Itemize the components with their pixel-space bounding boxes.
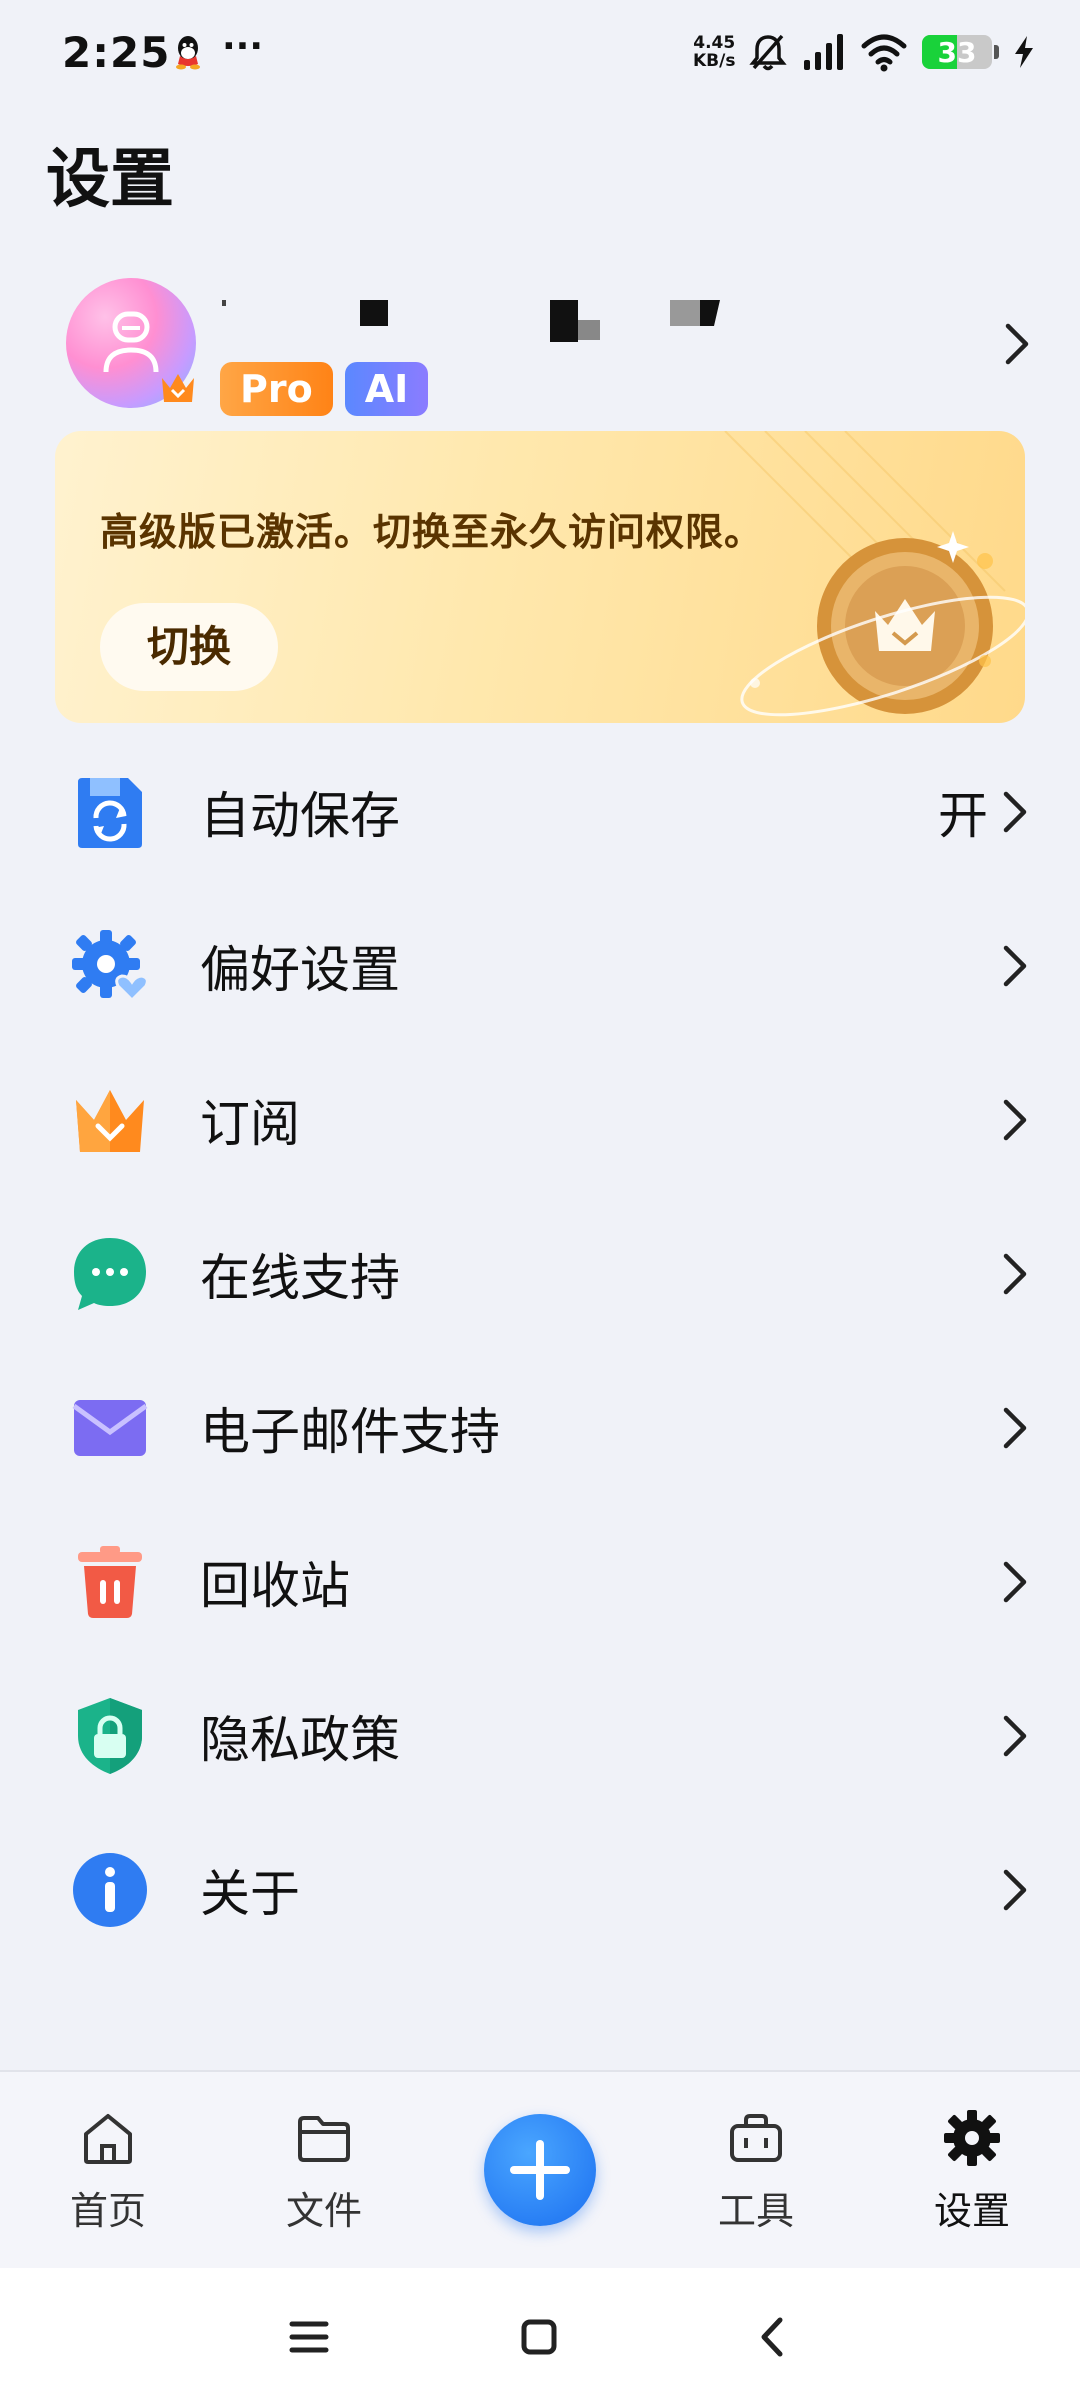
nav-files-label: 文件 bbox=[285, 2189, 362, 2233]
settings-item-preferences[interactable]: 偏好设置 bbox=[0, 889, 1080, 1043]
bell-muted-icon bbox=[749, 34, 787, 71]
nav-tools[interactable]: 工具 bbox=[686, 2108, 826, 2235]
chevron-right-icon bbox=[1003, 945, 1027, 987]
charging-bolt-icon bbox=[1015, 36, 1033, 68]
settings-item-label: 回收站 bbox=[200, 1557, 350, 1615]
toolbox-icon bbox=[730, 2114, 782, 2162]
system-navigation-bar bbox=[0, 2268, 1080, 2400]
home-icon bbox=[84, 2114, 132, 2164]
auto-save-value: 开 bbox=[938, 787, 988, 845]
nav-home[interactable]: 首页 bbox=[38, 2108, 178, 2235]
settings-item-label: 偏好设置 bbox=[200, 941, 400, 999]
chevron-right-icon bbox=[1003, 1561, 1027, 1603]
floppy-sync-icon bbox=[78, 778, 142, 848]
shield-lock-icon bbox=[78, 1698, 142, 1774]
settings-item-auto-save[interactable]: 自动保存 开 bbox=[0, 735, 1080, 889]
network-speed: 4.45 KB/s bbox=[693, 33, 736, 71]
switch-button[interactable]: 切换 bbox=[100, 603, 278, 691]
settings-item-about[interactable]: 关于 bbox=[0, 1813, 1080, 1967]
settings-item-subscription[interactable]: 订阅 bbox=[0, 1043, 1080, 1197]
page-title: 设置 bbox=[46, 143, 174, 217]
vip-crown-badge-icon bbox=[162, 374, 194, 402]
gear-heart-icon bbox=[72, 930, 149, 1003]
settings-item-recycle-bin[interactable]: 回收站 bbox=[0, 1505, 1080, 1659]
settings-list: 自动保存 开 偏好设置 订阅 在线支持 电子邮件支持 回收站 隐私政策 关于 bbox=[0, 735, 1080, 1967]
chevron-right-icon bbox=[1003, 1869, 1027, 1911]
wifi-icon bbox=[861, 34, 907, 72]
crown-icon bbox=[76, 1090, 144, 1152]
profile-card[interactable]: Pro AI bbox=[40, 270, 1040, 420]
settings-item-label: 自动保存 bbox=[200, 787, 400, 845]
user-icon bbox=[103, 311, 159, 373]
settings-item-email-support[interactable]: 电子邮件支持 bbox=[0, 1351, 1080, 1505]
envelope-icon bbox=[72, 1400, 148, 1456]
username-redacted bbox=[222, 300, 720, 342]
chevron-right-icon bbox=[1003, 1407, 1027, 1449]
trash-icon bbox=[78, 1546, 142, 1618]
premium-banner: 高级版已激活。切换至永久访问权限。 切换 bbox=[55, 431, 1025, 723]
status-time: 2:25 bbox=[62, 28, 171, 77]
more-notifications-icon: ··· bbox=[222, 26, 264, 67]
menu-icon[interactable] bbox=[284, 2312, 334, 2362]
battery-cap bbox=[994, 45, 999, 59]
gear-icon bbox=[944, 2110, 1000, 2166]
home-square-icon[interactable] bbox=[514, 2312, 564, 2362]
bottom-navigation: 首页 文件 工具 设置 bbox=[0, 2070, 1080, 2268]
nav-settings[interactable]: 设置 bbox=[902, 2108, 1042, 2235]
nav-files[interactable]: 文件 bbox=[254, 2108, 394, 2235]
banner-text: 高级版已激活。切换至永久访问权限。 bbox=[100, 510, 764, 554]
qq-notification-icon bbox=[176, 36, 200, 70]
nav-settings-label: 设置 bbox=[933, 2189, 1010, 2233]
settings-item-privacy-policy[interactable]: 隐私政策 bbox=[0, 1659, 1080, 1813]
chevron-right-icon bbox=[1003, 1715, 1027, 1757]
chevron-right-icon bbox=[1003, 1253, 1027, 1295]
gold-crown-coin-icon bbox=[724, 431, 1025, 717]
battery-indicator: 33 bbox=[922, 35, 992, 69]
chevron-right-icon bbox=[1003, 1099, 1027, 1141]
ai-badge: AI bbox=[344, 362, 429, 416]
back-icon[interactable] bbox=[748, 2312, 798, 2362]
pro-badge: Pro bbox=[220, 362, 333, 416]
settings-item-online-support[interactable]: 在线支持 bbox=[0, 1197, 1080, 1351]
chat-bubble-icon bbox=[74, 1238, 146, 1310]
settings-item-label: 订阅 bbox=[200, 1095, 300, 1153]
settings-item-label: 电子邮件支持 bbox=[200, 1403, 500, 1461]
settings-item-label: 在线支持 bbox=[200, 1249, 400, 1307]
status-bar: 2:25 ··· 4.45 KB/s 33 bbox=[0, 0, 1080, 100]
cellular-signal-icon bbox=[804, 34, 843, 70]
info-icon bbox=[73, 1853, 147, 1927]
chevron-right-icon[interactable] bbox=[1004, 322, 1030, 366]
add-button[interactable] bbox=[484, 2114, 596, 2226]
nav-home-label: 首页 bbox=[69, 2189, 146, 2233]
nav-tools-label: 工具 bbox=[717, 2189, 794, 2233]
chevron-right-icon bbox=[1003, 791, 1027, 833]
folder-icon bbox=[298, 2116, 350, 2162]
settings-item-label: 隐私政策 bbox=[200, 1711, 400, 1769]
settings-item-label: 关于 bbox=[200, 1865, 300, 1923]
